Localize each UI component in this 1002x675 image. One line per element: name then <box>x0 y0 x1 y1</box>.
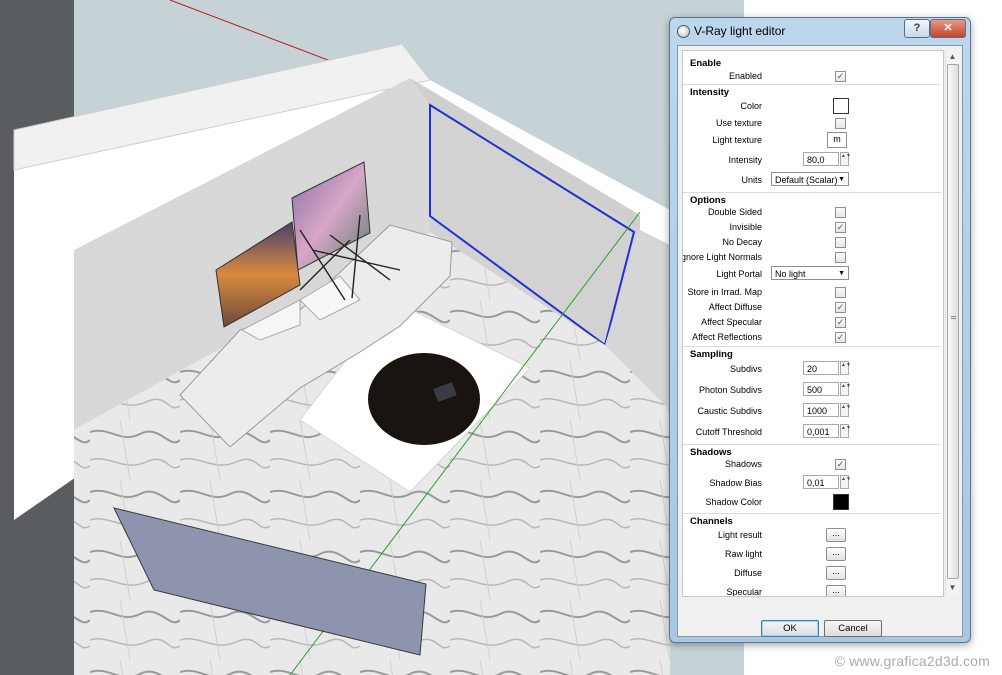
ignore-normals-label: Ignore Light Normals <box>682 252 762 262</box>
enabled-label: Enabled <box>728 71 762 81</box>
diffuse-channel-button[interactable]: ... <box>826 566 846 580</box>
shadows-checkbox[interactable]: ✓ <box>835 459 846 470</box>
affect-reflections-label: Affect Reflections <box>692 332 762 342</box>
ignore-normals-checkbox[interactable] <box>835 252 846 263</box>
scroll-down-arrow-icon[interactable]: ▼ <box>946 581 959 595</box>
intensity-input[interactable]: 80,0 <box>803 152 839 166</box>
shadow-color-swatch[interactable] <box>833 494 849 510</box>
affect-specular-label: Affect Specular <box>701 317 762 327</box>
affect-diffuse-checkbox[interactable]: ✓ <box>835 302 846 313</box>
ok-button[interactable]: OK <box>761 620 819 637</box>
scroll-thumb[interactable] <box>947 64 959 579</box>
intensity-spinner[interactable]: ▲▼ <box>840 152 851 166</box>
vray-light-editor-dialog: V-Ray light editor ? ✕ Enable Enabled ✓ … <box>669 17 971 643</box>
section-enable: Enable <box>690 58 722 69</box>
raw-light-label: Raw light <box>724 549 762 559</box>
section-options: Options <box>690 195 726 206</box>
divider <box>683 192 941 193</box>
light-portal-label: Light Portal <box>716 269 762 279</box>
caustic-subdivs-input[interactable]: 1000 <box>803 403 839 417</box>
photon-subdivs-spinner[interactable]: ▲▼ <box>840 382 851 396</box>
vertical-scrollbar[interactable]: ▲ ▼ <box>945 50 959 595</box>
caustic-subdivs-spinner[interactable]: ▲▼ <box>840 403 851 417</box>
shadow-bias-input[interactable]: 0,01 <box>803 475 839 489</box>
light-texture-label: Light texture <box>712 135 762 145</box>
color-label: Color <box>740 101 762 111</box>
photon-subdivs-input[interactable]: 500 <box>803 382 839 396</box>
store-irrad-label: Store in Irrad. Map <box>687 287 762 297</box>
specular-channel-button[interactable]: ... <box>826 585 846 596</box>
specular-channel-label: Specular <box>726 587 762 597</box>
units-dropdown[interactable]: Default (Scalar) ▼ <box>771 172 849 186</box>
affect-reflections-checkbox[interactable]: ✓ <box>835 332 846 343</box>
units-label: Units <box>741 175 762 185</box>
light-portal-value: No light <box>775 269 806 279</box>
subdivs-label: Subdivs <box>729 364 762 374</box>
photon-subdivs-label: Photon Subdivs <box>698 385 762 395</box>
watermark-text: © www.grafica2d3d.com <box>834 653 990 669</box>
no-decay-label: No Decay <box>722 237 762 247</box>
light-texture-button[interactable]: m <box>827 132 847 148</box>
cutoff-threshold-spinner[interactable]: ▲▼ <box>840 424 851 438</box>
cancel-button[interactable]: Cancel <box>824 620 882 637</box>
vray-icon <box>677 25 690 38</box>
shadows-label: Shadows <box>724 459 762 469</box>
help-button[interactable]: ? <box>904 19 930 38</box>
section-shadows: Shadows <box>690 447 732 458</box>
close-button[interactable]: ✕ <box>930 19 966 38</box>
units-value: Default (Scalar) <box>775 175 838 185</box>
light-portal-dropdown[interactable]: No light ▼ <box>771 266 849 280</box>
invisible-label: Invisible <box>729 222 762 232</box>
section-intensity: Intensity <box>690 87 730 98</box>
enabled-checkbox[interactable]: ✓ <box>835 71 846 82</box>
caustic-subdivs-label: Caustic Subdivs <box>697 406 762 416</box>
store-irrad-checkbox[interactable] <box>835 287 846 298</box>
raw-light-button[interactable]: ... <box>826 547 846 561</box>
double-sided-checkbox[interactable] <box>835 207 846 218</box>
diffuse-channel-label: Diffuse <box>734 568 762 578</box>
grip-icon <box>951 316 956 319</box>
use-texture-checkbox[interactable] <box>835 118 846 129</box>
chevron-down-icon: ▼ <box>838 270 845 277</box>
shadow-bias-label: Shadow Bias <box>709 478 762 488</box>
intensity-label: Intensity <box>728 155 762 165</box>
no-decay-checkbox[interactable] <box>835 237 846 248</box>
section-channels: Channels <box>690 516 733 527</box>
divider <box>683 513 941 514</box>
shadow-color-label: Shadow Color <box>705 497 762 507</box>
divider <box>683 84 941 85</box>
chevron-down-icon: ▼ <box>838 176 845 183</box>
dialog-title: V-Ray light editor <box>694 24 786 38</box>
cutoff-threshold-input[interactable]: 0,001 <box>803 424 839 438</box>
light-color-swatch[interactable] <box>833 98 849 114</box>
title-bar[interactable]: V-Ray light editor ? ✕ <box>670 18 970 44</box>
invisible-checkbox[interactable]: ✓ <box>835 222 846 233</box>
shadow-bias-spinner[interactable]: ▲▼ <box>840 475 851 489</box>
affect-diffuse-label: Affect Diffuse <box>708 302 762 312</box>
dialog-client-area: Enable Enabled ✓ Intensity Color Use tex… <box>677 45 963 637</box>
cutoff-threshold-label: Cutoff Threshold <box>695 427 762 437</box>
use-texture-label: Use texture <box>715 118 762 128</box>
affect-specular-checkbox[interactable]: ✓ <box>835 317 846 328</box>
divider <box>683 444 941 445</box>
subdivs-spinner[interactable]: ▲▼ <box>840 361 851 375</box>
scroll-up-arrow-icon[interactable]: ▲ <box>946 50 959 64</box>
light-result-button[interactable]: ... <box>826 528 846 542</box>
double-sided-label: Double Sided <box>707 207 762 217</box>
light-result-label: Light result <box>717 530 762 540</box>
subdivs-input[interactable]: 20 <box>803 361 839 375</box>
settings-panel: Enable Enabled ✓ Intensity Color Use tex… <box>682 50 944 597</box>
divider <box>683 346 941 347</box>
section-sampling: Sampling <box>690 349 733 360</box>
